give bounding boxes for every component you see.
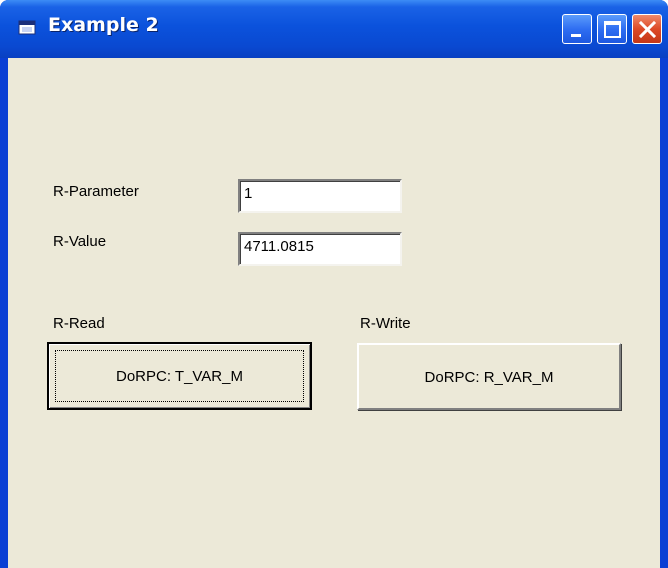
maximize-icon (604, 21, 621, 38)
minimize-button[interactable] (562, 14, 592, 44)
maximize-button[interactable] (597, 14, 627, 44)
r-parameter-input[interactable]: 1 (238, 179, 402, 213)
form-client-area: R-Parameter 1 R-Value 4711.0815 R-Read D… (8, 58, 660, 568)
r-write-label: R-Write (360, 315, 411, 332)
do-rpc-t-var-m-button[interactable]: DoRPC: T_VAR_M (47, 342, 312, 410)
do-rpc-r-var-m-label: DoRPC: R_VAR_M (424, 369, 554, 386)
title-bar[interactable]: Example 2 (0, 0, 668, 58)
r-value-input[interactable]: 4711.0815 (238, 232, 402, 266)
r-read-label: R-Read (53, 315, 105, 332)
window-title: Example 2 (48, 14, 159, 36)
r-value-label: R-Value (53, 233, 107, 250)
app-icon[interactable] (18, 20, 36, 36)
close-icon (638, 20, 657, 39)
r-parameter-label: R-Parameter (53, 183, 139, 200)
do-rpc-t-var-m-label: DoRPC: T_VAR_M (116, 368, 243, 385)
do-rpc-r-var-m-button[interactable]: DoRPC: R_VAR_M (357, 343, 621, 410)
app-window: Example 2 R-Parameter 1 R-Value 4711.081… (0, 0, 668, 568)
minimize-icon (571, 34, 581, 37)
close-button[interactable] (632, 14, 662, 44)
